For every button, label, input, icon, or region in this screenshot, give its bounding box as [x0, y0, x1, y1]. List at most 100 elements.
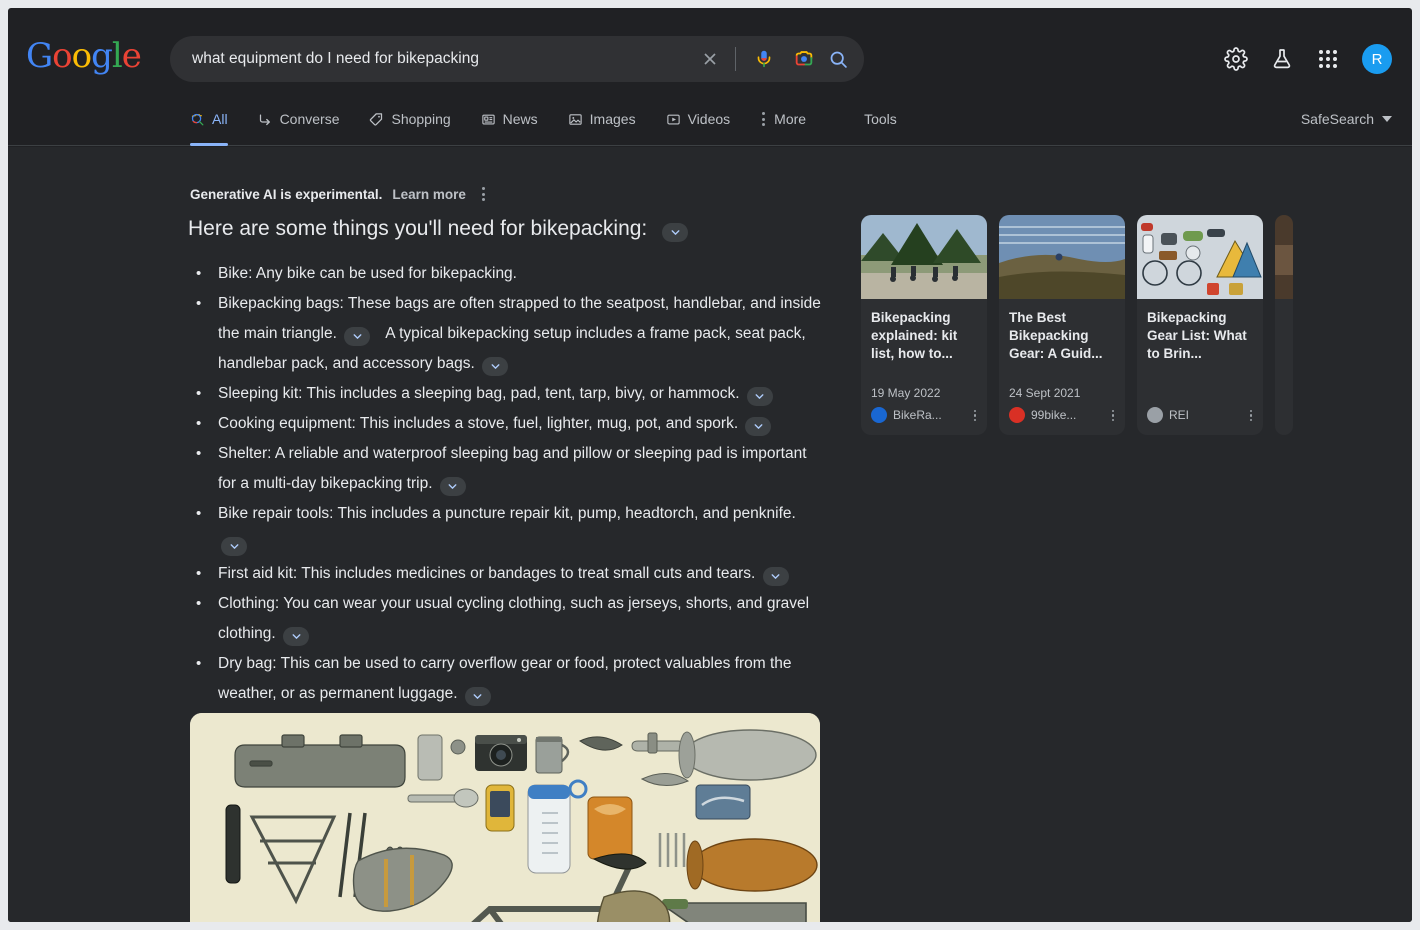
chevron-down-icon[interactable]	[762, 567, 789, 587]
search-input[interactable]	[170, 50, 693, 68]
google-logo[interactable]: Google	[26, 36, 142, 76]
tab-label: Shopping	[391, 111, 451, 127]
chevron-down-icon[interactable]	[283, 627, 310, 647]
ai-bullet-text: Bikepacking bags: These bags are often s…	[218, 289, 828, 379]
logo-letter: o	[52, 36, 73, 76]
bullet-marker: •	[196, 565, 202, 582]
ai-bullet-item: • Sleeping kit: This includes a sleeping …	[188, 379, 828, 409]
source-card-menu-icon[interactable]	[1109, 406, 1118, 426]
source-card-image	[1275, 215, 1293, 299]
tab-all[interactable]: All	[190, 100, 242, 146]
ai-bullet-text: Dry bag: This can be used to carry overf…	[218, 649, 828, 709]
ai-bullet-item: • Clothing: You can wear your usual cycli…	[188, 589, 828, 649]
source-card[interactable]: Bikepacking Gear List: What to Brin... RE…	[1137, 215, 1263, 435]
chevron-down-icon[interactable]	[746, 387, 773, 407]
chevron-down-icon[interactable]	[344, 327, 371, 347]
chevron-down-icon	[1382, 116, 1392, 122]
logo-letter: o	[71, 36, 93, 76]
tab-label: News	[502, 111, 538, 127]
chevron-down-icon[interactable]	[745, 417, 772, 437]
microphone-icon[interactable]	[744, 36, 784, 82]
tab-label: Videos	[687, 111, 731, 127]
search-submit-icon[interactable]	[824, 36, 864, 82]
ai-bullet-text: First aid kit: This includes medicines o…	[218, 559, 828, 589]
source-card-publisher: REI	[1169, 408, 1190, 423]
logo-letter: l	[111, 36, 123, 76]
source-card-date: 24 Sept 2021	[1009, 385, 1081, 400]
publisher-favicon	[1009, 407, 1025, 424]
ai-bullet-text: Clothing: You can wear your usual cyclin…	[218, 589, 828, 649]
safesearch-dropdown[interactable]: SafeSearch	[1301, 104, 1392, 134]
ai-bullet-item: • Bike: Any bike can be used for bikepack…	[188, 259, 828, 289]
publisher-favicon	[871, 407, 887, 424]
source-card-title: Bikepacking explained: kit list, how to.…	[871, 310, 958, 361]
source-card-image	[861, 215, 987, 299]
tab-news[interactable]: News	[481, 100, 552, 138]
tab-more[interactable]: More	[760, 100, 820, 138]
google-lens-icon[interactable]	[784, 36, 824, 82]
safesearch-label: SafeSearch	[1300, 111, 1374, 127]
bullet-marker: •	[196, 265, 202, 282]
bullet-marker: •	[196, 445, 202, 462]
tab-label: Images	[589, 111, 636, 127]
browser-viewport: Google what equipment do I need for bike…	[8, 8, 1412, 922]
chevron-down-icon[interactable]	[662, 222, 689, 242]
bullet-marker: •	[196, 295, 202, 312]
ai-bullet-text: Shelter: A reliable and waterproof sleep…	[218, 439, 828, 499]
source-card-date: 19 May 2022	[871, 385, 941, 400]
publisher-favicon	[1147, 407, 1163, 424]
ai-bullet-item: • Dry bag: This can be used to carry over…	[188, 649, 828, 709]
bullet-marker: •	[196, 595, 202, 612]
tab-converse[interactable]: Converse	[258, 100, 354, 138]
ai-disclaimer: Generative AI is experimental. Learn mor…	[190, 183, 491, 205]
apps-grid-icon[interactable]	[1316, 47, 1340, 71]
chevron-down-icon[interactable]	[439, 477, 466, 497]
source-card-title: The Best Bikepacking Gear: A Guid...	[1009, 310, 1103, 361]
chevron-down-icon[interactable]	[221, 537, 247, 557]
ai-bullet-item: • Bikepacking bags: These bags are often …	[188, 289, 828, 379]
source-card-image	[1137, 215, 1263, 299]
ai-bullet-text: Cooking equipment: This includes a stove…	[218, 409, 828, 439]
source-card-publisher: BikeRa...	[893, 408, 942, 423]
search-bar[interactable]	[170, 36, 864, 82]
source-card-publisher: 99bike...	[1031, 408, 1077, 423]
ai-bullet-text: Sleeping kit: This includes a sleeping b…	[218, 379, 828, 409]
source-card-menu-icon[interactable]	[971, 406, 980, 426]
bullet-marker: •	[196, 385, 202, 402]
logo-letter: e	[121, 36, 142, 76]
logo-letter: G	[26, 36, 53, 76]
kebab-icon	[760, 112, 767, 126]
ai-bullet-item: • First aid kit: This includes medicines …	[188, 559, 828, 589]
source-card-menu-icon[interactable]	[1247, 406, 1256, 426]
logo-letter: g	[91, 36, 113, 76]
tab-videos[interactable]: Videos	[666, 100, 745, 138]
page-header: Google what equipment do I need for bike…	[8, 8, 1412, 100]
ai-bullet-item: • Shelter: A reliable and waterproof slee…	[188, 439, 828, 499]
ai-answer-heading: Here are some things you'll need for bik…	[188, 217, 691, 242]
tab-label: Converse	[279, 111, 340, 127]
gear-icon[interactable]	[1224, 47, 1248, 71]
close-icon[interactable]	[693, 36, 727, 82]
tab-label: All	[212, 111, 228, 127]
header-actions: R	[1224, 36, 1392, 82]
lab-flask-icon[interactable]	[1270, 47, 1294, 71]
learn-more-link[interactable]: Learn more	[392, 187, 466, 202]
bullet-marker: •	[196, 415, 202, 432]
source-card-carousel[interactable]: Bikepacking explained: kit list, how to.…	[861, 215, 1301, 435]
tools-button[interactable]: Tools	[864, 100, 897, 138]
chevron-down-icon[interactable]	[464, 687, 491, 707]
source-card-partial[interactable]	[1275, 215, 1293, 435]
source-card[interactable]: Bikepacking explained: kit list, how to.…	[861, 215, 987, 435]
search-tabs: All Converse Shopping News Images Videos…	[8, 100, 1412, 146]
ai-bullet-list: • Bike: Any bike can be used for bikepack…	[188, 259, 828, 739]
source-card[interactable]: The Best Bikepacking Gear: A Guid... 24 S…	[999, 215, 1125, 435]
bikepacking-gear-illustration[interactable]	[190, 713, 820, 922]
chevron-down-icon[interactable]	[482, 357, 509, 377]
avatar[interactable]: R	[1362, 44, 1392, 74]
source-card-image	[999, 215, 1125, 299]
tab-shopping[interactable]: Shopping	[369, 100, 464, 138]
ai-disclaimer-text: Generative AI is experimental.	[190, 186, 383, 202]
ai-panel-menu-icon[interactable]	[476, 183, 491, 205]
tab-images[interactable]: Images	[568, 100, 650, 138]
bullet-marker: •	[196, 505, 202, 522]
